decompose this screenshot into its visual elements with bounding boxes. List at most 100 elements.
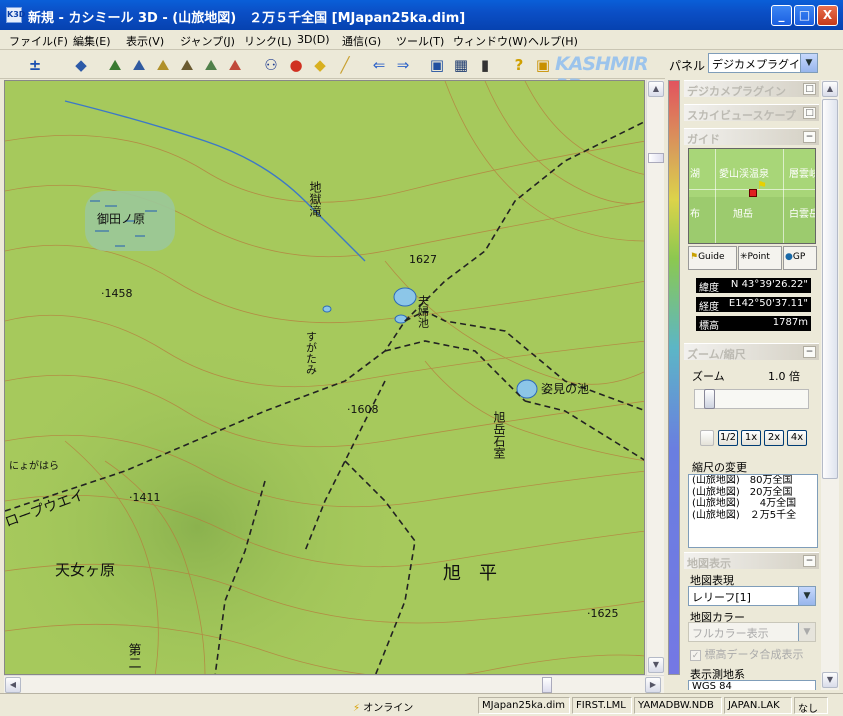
map-expression-select[interactable]: レリーフ[1] ▼: [688, 586, 816, 606]
lightning-icon: ⚡: [353, 703, 361, 714]
scroll-left-icon[interactable]: ◀: [5, 677, 21, 693]
datum-select[interactable]: WGS 84: [688, 680, 816, 690]
arrow-left-icon[interactable]: ⇐: [368, 55, 390, 75]
chevron-down-icon[interactable]: ▼: [798, 623, 815, 641]
menu-view[interactable]: 表示(V): [126, 33, 164, 49]
map-label-asahidaira: 旭 平: [443, 563, 497, 584]
map-mode-3-icon[interactable]: ⛰: [152, 55, 174, 75]
collapse-icon[interactable]: −: [803, 346, 816, 358]
close-button[interactable]: X: [817, 5, 838, 26]
device-icon[interactable]: ▮: [474, 55, 496, 75]
section-skyview[interactable]: スカイビュースケープ □: [684, 104, 819, 122]
zoom-preset-blank[interactable]: [700, 430, 714, 446]
tab-guide[interactable]: ⚑Guide: [688, 246, 737, 270]
map-label-daini: 第二: [126, 643, 142, 669]
latitude-readout: 緯度 N 43°39'26.22": [696, 278, 811, 294]
check-icon[interactable]: ✓: [690, 650, 701, 661]
list-item[interactable]: (山旅地図) ２万5千全: [689, 510, 817, 522]
zoom-2x-button[interactable]: 2x: [764, 430, 784, 446]
menu-file[interactable]: ファイル(F): [9, 33, 68, 49]
scale-list[interactable]: (山旅地図) 80万全国 (山旅地図) 20万全国 (山旅地図) 4万全国 (山…: [688, 474, 818, 548]
map-mode-6-icon[interactable]: ⛰: [224, 55, 246, 75]
chevron-down-icon[interactable]: ▼: [798, 587, 815, 605]
guide-cell[interactable]: 旭岳: [733, 205, 753, 220]
panel-select[interactable]: デジカメプラグイン ▼: [708, 53, 818, 73]
map-label-1411: ·1411: [129, 491, 161, 504]
tag-icon[interactable]: ◆: [309, 55, 331, 75]
menu-edit[interactable]: 編集(E): [73, 33, 111, 49]
menu-link[interactable]: リンク(L): [244, 33, 292, 49]
section-zoom[interactable]: ズーム/縮尺 −: [684, 343, 819, 361]
app-icon[interactable]: K3D: [6, 7, 25, 23]
map-view[interactable]: 地獄滝 御田ノ原 ·1458 1627 夫婦池 すがたみ ·1608 姿見の池 …: [4, 80, 645, 675]
minimize-button[interactable]: _: [771, 5, 792, 26]
zoom-search-icon[interactable]: ±: [24, 55, 46, 75]
maximize-button[interactable]: □: [794, 5, 815, 26]
collapse-icon[interactable]: □: [803, 83, 816, 95]
list-item[interactable]: (山旅地図) 20万全国: [689, 487, 817, 499]
map-canvas: 地獄滝 御田ノ原 ·1458 1627 夫婦池 すがたみ ·1608 姿見の池 …: [5, 81, 644, 674]
list-item[interactable]: (山旅地図) 80万全国: [689, 475, 817, 487]
tab-point[interactable]: ✳Point: [738, 246, 782, 270]
guide-cell[interactable]: 布: [690, 205, 700, 220]
toolbar: ± ◆ ⛰ ⛰ ⛰ ⛰ ⛰ ⛰ ⚇ ● ◆ ╱ ⇐ ⇒ ▣ ▦ ▮ ? ▣ KA…: [0, 51, 665, 97]
menu-3d[interactable]: 3D(D): [297, 33, 330, 46]
select-tool-icon[interactable]: ◆: [70, 55, 92, 75]
zoom-4x-button[interactable]: 4x: [787, 430, 807, 446]
map-vertical-scrollbar[interactable]: ▲ ▼: [646, 80, 664, 675]
map-mode-4-icon[interactable]: ⛰: [176, 55, 198, 75]
list-item[interactable]: (山旅地図) 4万全国: [689, 498, 817, 510]
zoom-1x-button[interactable]: 1x: [741, 430, 761, 446]
guide-cell[interactable]: 白雲岳: [789, 205, 815, 220]
guide-map[interactable]: 湖 愛山渓温泉 層雲峡 布 旭岳 白雲岳 ⚑: [688, 148, 816, 244]
panel-scroll-thumb[interactable]: [822, 99, 838, 479]
section-guide-title: ガイド: [687, 133, 720, 146]
tab-gps[interactable]: ●GP: [783, 246, 817, 270]
arrow-right-icon[interactable]: ⇒: [392, 55, 414, 75]
section-map-view[interactable]: 地図表示 −: [684, 552, 819, 570]
binoculars-icon[interactable]: ⚇: [260, 55, 282, 75]
info-icon[interactable]: ▣: [532, 55, 554, 75]
marker-icon[interactable]: ●: [285, 55, 307, 75]
guide-cell[interactable]: 愛山渓温泉: [719, 165, 769, 180]
map-mode-5-icon[interactable]: ⛰: [200, 55, 222, 75]
menu-tools[interactable]: ツール(T): [396, 33, 444, 49]
map-label-1627: 1627: [409, 253, 437, 266]
collapse-icon[interactable]: −: [803, 555, 816, 567]
map-mode-icon[interactable]: ⛰: [104, 55, 126, 75]
map-label-nyogahara: にょがはら: [9, 459, 59, 472]
section-digicam[interactable]: デジカメプラグイン □: [684, 80, 819, 98]
zoom-slider-handle[interactable]: [704, 389, 715, 409]
map-label-1608: ·1608: [347, 403, 379, 416]
collapse-icon[interactable]: □: [803, 107, 816, 119]
film-icon[interactable]: ▦: [450, 55, 472, 75]
menu-window[interactable]: ウィンドウ(W): [453, 33, 527, 49]
menu-comm[interactable]: 通信(G): [342, 33, 381, 49]
scroll-up-icon[interactable]: ▲: [822, 81, 838, 97]
section-map-view-title: 地図表示: [687, 557, 731, 570]
menu-jump[interactable]: ジャンプ(J): [180, 33, 235, 49]
panel-vertical-scrollbar[interactable]: ▲ ▼: [821, 80, 839, 690]
scroll-up-icon[interactable]: ▲: [648, 81, 664, 97]
map-mode-2-icon[interactable]: ⛰: [128, 55, 150, 75]
vertical-scroll-thumb[interactable]: [648, 153, 664, 163]
collapse-icon[interactable]: −: [803, 131, 816, 143]
map-color-select[interactable]: フルカラー表示 ▼: [688, 622, 816, 642]
map-horizontal-scrollbar[interactable]: ◀ ▶: [4, 675, 664, 693]
scroll-down-icon[interactable]: ▼: [648, 657, 664, 673]
chevron-down-icon[interactable]: ▼: [800, 54, 817, 72]
guide-cell[interactable]: 湖: [690, 165, 700, 180]
section-guide[interactable]: ガイド −: [684, 128, 819, 146]
camera-icon[interactable]: ▣: [426, 55, 448, 75]
scroll-down-icon[interactable]: ▼: [822, 672, 838, 688]
panel-select-value: デジカメプラグイン: [712, 58, 811, 71]
guide-cell[interactable]: 層雲峡: [789, 165, 815, 180]
ruler-icon[interactable]: ╱: [334, 55, 356, 75]
map-label-1458: ·1458: [101, 287, 133, 300]
horizontal-scroll-thumb[interactable]: [542, 677, 552, 693]
menu-help[interactable]: ヘルプ(H): [528, 33, 578, 49]
zoom-half-button[interactable]: 1/2: [718, 430, 738, 446]
elevation-overlay-checkbox[interactable]: ✓ 標高データ合成表示: [690, 646, 804, 662]
scroll-right-icon[interactable]: ▶: [645, 677, 661, 693]
help-icon[interactable]: ?: [508, 55, 530, 75]
